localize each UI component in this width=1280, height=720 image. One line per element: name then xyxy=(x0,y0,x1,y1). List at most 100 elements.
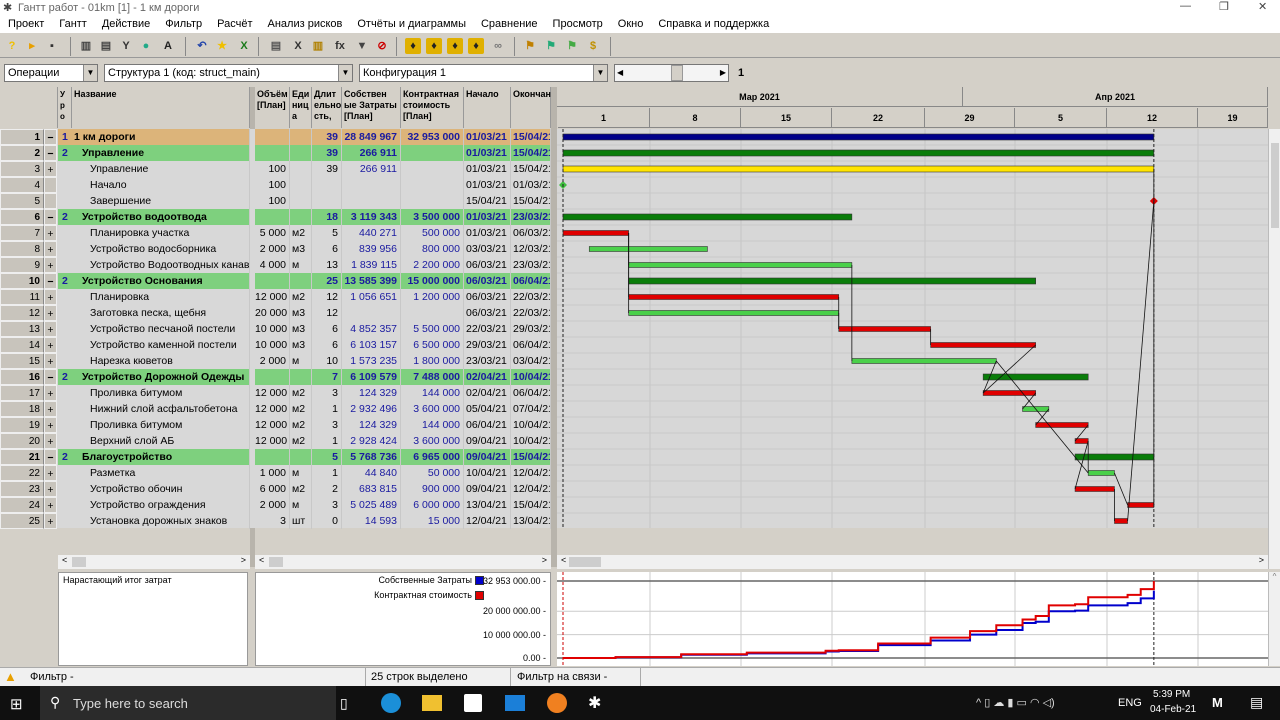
gantt-bar[interactable] xyxy=(628,294,840,300)
table-horizontal-scrollbar[interactable]: < > xyxy=(58,555,250,569)
expand-toggle[interactable]: + xyxy=(44,353,57,369)
row-number[interactable]: 2 xyxy=(0,145,44,161)
clock-time[interactable]: 5:39 PM xyxy=(1153,689,1190,700)
menu-2[interactable]: Действие xyxy=(102,16,150,33)
gantt-horizontal-scrollbar[interactable]: < > xyxy=(557,555,1268,569)
paste-icon[interactable]: ▥ xyxy=(310,38,326,54)
table-row[interactable]: 3 + Управление 100 39 266 911 01/03/21 15/04/21 xyxy=(0,161,555,177)
row-number[interactable]: 23 xyxy=(0,481,44,497)
open-folder-icon[interactable]: ▸ xyxy=(24,38,40,54)
expand-toggle[interactable]: + xyxy=(44,481,57,497)
minimize-button[interactable]: — xyxy=(1180,0,1191,12)
file-explorer-icon[interactable] xyxy=(422,695,442,711)
menu-5[interactable]: Анализ рисков xyxy=(268,16,343,33)
chevron-down-icon[interactable]: ▼ xyxy=(83,65,97,81)
tree3-icon[interactable]: ⚑ xyxy=(564,38,580,54)
table-row[interactable]: 12 + Заготовка песка, щебня 20 000 м3 12 06/03… xyxy=(0,305,555,321)
close-button[interactable]: ✕ xyxy=(1258,0,1267,13)
cut-icon[interactable]: X xyxy=(290,38,306,54)
row-number[interactable]: 13 xyxy=(0,321,44,337)
table-row[interactable]: 13 + Устройство песчаной постели 10 000 м3 6 4… xyxy=(0,321,555,337)
column-header-contract[interactable]: Контрактная стоимость [План] xyxy=(401,87,464,128)
gantt-bar[interactable] xyxy=(1074,486,1115,492)
gantt-bar[interactable] xyxy=(851,358,997,364)
columns-icon[interactable]: ▥ xyxy=(78,38,94,54)
gantt-bar[interactable] xyxy=(982,390,1036,396)
gantt-bar[interactable] xyxy=(562,149,1155,157)
row-number[interactable]: 5 xyxy=(0,193,44,209)
table-row[interactable]: 21−2 Благоустройство 5 5 768 736 6 965 000 09… xyxy=(0,449,555,465)
table-row[interactable]: 2−2 Управление 39 266 911 01/03/21 15/04/21 xyxy=(0,145,555,161)
expand-toggle[interactable]: + xyxy=(44,321,57,337)
print-icon[interactable]: ▤ xyxy=(98,38,114,54)
gantt-bar[interactable] xyxy=(562,133,1155,141)
resource4-icon[interactable]: ♦ xyxy=(468,38,484,54)
table-row[interactable]: 11 + Планировка 12 000 м2 12 1 056 651 1 200 00… xyxy=(0,289,555,305)
view-select[interactable]: Операции ▼ xyxy=(4,64,98,82)
slider-thumb[interactable] xyxy=(671,65,683,81)
clock-date[interactable]: 04-Feb-21 xyxy=(1150,704,1196,715)
windows-start-icon[interactable]: ⊞ xyxy=(10,695,23,713)
expand-toggle[interactable]: + xyxy=(44,513,57,529)
expand-toggle[interactable]: + xyxy=(44,161,57,177)
expand-toggle[interactable]: + xyxy=(44,289,57,305)
row-number[interactable]: 7 xyxy=(0,225,44,241)
column-header-own-cost[interactable]: Собствен ые Затраты [План] xyxy=(342,87,401,128)
notifications-icon[interactable]: ▤ xyxy=(1250,694,1263,711)
row-number[interactable]: 1 xyxy=(0,129,44,145)
row-number[interactable]: 17 xyxy=(0,385,44,401)
table-row[interactable]: 20 + Верхний слой АБ 12 000 м2 1 2 928 424 3 60… xyxy=(0,433,555,449)
link-icon[interactable]: ∞ xyxy=(490,38,506,54)
table-row[interactable]: 5 Завершение 100 15/04/21 15/04/21 xyxy=(0,193,555,209)
browser-icon[interactable] xyxy=(547,693,567,713)
money-icon[interactable]: $ xyxy=(585,38,601,54)
expand-toggle[interactable]: + xyxy=(44,401,57,417)
gantt-bar[interactable] xyxy=(628,277,1036,285)
scroll-thumb[interactable] xyxy=(72,557,86,567)
row-number[interactable]: 15 xyxy=(0,353,44,369)
table-row[interactable]: 14 + Устройство каменной постели 10 000 м3 6 6… xyxy=(0,337,555,353)
table-row[interactable]: 4 Начало 100 01/03/21 01/03/21 xyxy=(0,177,555,193)
config-select[interactable]: Конфигурация 1 ▼ xyxy=(359,64,608,82)
expand-toggle[interactable]: − xyxy=(44,129,57,145)
arrow-left-icon[interactable]: < xyxy=(561,555,566,565)
chevron-down-icon[interactable]: ▼ xyxy=(593,65,607,81)
chevron-down-icon[interactable]: ▼ xyxy=(338,65,352,81)
table-row[interactable]: 22 + Разметка 1 000 м 1 44 840 50 000 10/04/21 12… xyxy=(0,465,555,481)
maximize-button[interactable]: ❐ xyxy=(1219,0,1229,13)
row-number[interactable]: 24 xyxy=(0,497,44,513)
menu-1[interactable]: Гантт xyxy=(59,16,87,33)
arrow-left-icon[interactable]: ◀ xyxy=(617,65,623,81)
row-number[interactable]: 25 xyxy=(0,513,44,529)
gantt-bar[interactable] xyxy=(1127,502,1155,508)
row-number[interactable]: 6 xyxy=(0,209,44,225)
store-icon[interactable] xyxy=(464,694,482,712)
app-gantt-icon[interactable]: ✱ xyxy=(588,693,601,713)
row-number[interactable]: 11 xyxy=(0,289,44,305)
row-number[interactable]: 9 xyxy=(0,257,44,273)
column-header-start[interactable]: Начало xyxy=(464,87,511,128)
task-view-icon[interactable]: ▯ xyxy=(340,695,348,712)
expand-toggle[interactable] xyxy=(44,193,57,209)
gantt-bar[interactable] xyxy=(930,342,1036,348)
table-row[interactable]: 7 + Планировка участка 5 000 м2 5 440 271 500 0… xyxy=(0,225,555,241)
tray-icons[interactable]: ^ ▯ ☁ ▮ ▭ ◠ ◁) xyxy=(976,696,1055,709)
table-row[interactable]: 6−2 Устройство водоотвода 18 3 119 343 3 500… xyxy=(0,209,555,225)
column-header-level[interactable]: У р о xyxy=(58,87,72,128)
expand-toggle[interactable]: + xyxy=(44,497,57,513)
menu-7[interactable]: Сравнение xyxy=(481,16,538,33)
row-number[interactable]: 8 xyxy=(0,241,44,257)
column-header-name[interactable]: Название xyxy=(72,87,250,128)
table-row[interactable]: 23 + Устройство обочин 6 000 м2 2 683 815 900 0… xyxy=(0,481,555,497)
table-row[interactable]: 25 + Установка дорожных знаков 3 шт 0 14 593 15… xyxy=(0,513,555,529)
expand-toggle[interactable]: + xyxy=(44,385,57,401)
menu-3[interactable]: Фильтр xyxy=(165,16,202,33)
table-row[interactable]: 24 + Устройство ограждения 2 000 м 3 5 025 489… xyxy=(0,497,555,513)
arrow-right-icon[interactable]: ▶ xyxy=(720,65,726,81)
filter-icon[interactable]: ▼ xyxy=(354,38,370,54)
gantt-bar[interactable] xyxy=(562,213,853,221)
tree1-icon[interactable]: ⚑ xyxy=(522,38,538,54)
expand-toggle[interactable]: + xyxy=(44,305,57,321)
page-slider[interactable]: ◀ ▶ xyxy=(614,64,729,82)
star-icon[interactable]: ★ xyxy=(214,38,230,54)
